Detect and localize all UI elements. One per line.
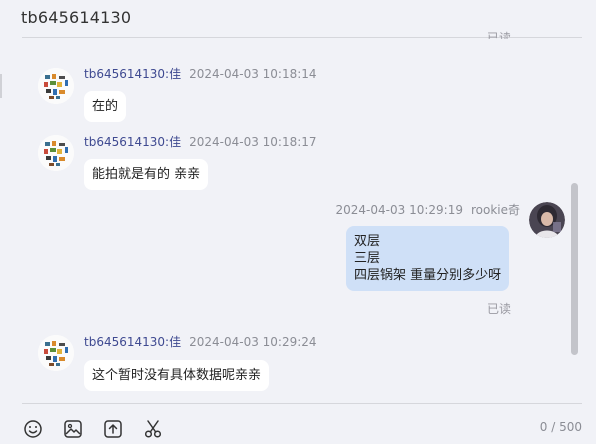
chat-title: tb645614130 xyxy=(21,8,132,27)
message-bubble: 在的 xyxy=(84,91,127,122)
shop-avatar-icon xyxy=(38,68,74,104)
emoji-icon[interactable] xyxy=(22,418,44,440)
user-avatar xyxy=(529,202,565,238)
message-time: 2024-04-03 10:29:24 xyxy=(189,335,317,349)
message-bubble: 这个暂时没有具体数据呢亲亲 xyxy=(84,360,270,391)
message-time: 2024-04-03 10:29:19 xyxy=(335,203,463,217)
read-status: 已读 xyxy=(487,302,512,316)
message-meta: tb645614130:佳 2024-04-03 10:18:14 xyxy=(84,67,317,81)
message-bubble: 能拍就是有的 亲亲 xyxy=(84,159,209,190)
message-text: 在的 xyxy=(92,99,119,114)
message-text: 双层 xyxy=(354,234,381,249)
read-status-previous: 已读 xyxy=(487,31,512,39)
message-time: 2024-04-03 10:18:17 xyxy=(189,135,317,149)
shop-avatar xyxy=(38,68,74,104)
message-meta: tb645614130:佳 2024-04-03 10:18:17 xyxy=(84,135,317,149)
shop-avatar-icon xyxy=(38,135,74,171)
message-text: 四层锅架 重量分别多少呀 xyxy=(354,268,502,283)
message-text: 这个暂时没有具体数据呢亲亲 xyxy=(92,368,262,383)
message-text: 三层 xyxy=(354,251,381,266)
image-icon[interactable] xyxy=(62,418,84,440)
sender-name: tb645614130:佳 xyxy=(84,67,182,81)
message-bubble: 双层 三层 四层锅架 重量分别多少呀 xyxy=(346,226,510,291)
upload-icon[interactable] xyxy=(102,418,124,440)
sender-name: tb645614130:佳 xyxy=(84,335,182,349)
sender-name: tb645614130:佳 xyxy=(84,135,182,149)
message-time: 2024-04-03 10:18:14 xyxy=(189,67,317,81)
sender-name: rookie奇 xyxy=(470,203,520,217)
left-edge-indicator xyxy=(0,74,2,98)
message-meta: tb645614130:佳 2024-04-03 10:29:24 xyxy=(84,335,317,349)
shop-avatar xyxy=(38,335,74,371)
chat-scrollbar[interactable] xyxy=(571,183,578,355)
message-text: 能拍就是有的 亲亲 xyxy=(92,167,201,182)
input-divider xyxy=(22,403,582,404)
scissors-icon[interactable] xyxy=(142,418,164,440)
shop-avatar-icon xyxy=(38,335,74,371)
shop-avatar xyxy=(38,135,74,171)
message-meta: 2024-04-03 10:29:19 rookie奇 xyxy=(336,203,520,217)
character-counter: 0 / 500 xyxy=(539,420,582,434)
user-avatar-icon xyxy=(529,202,565,238)
